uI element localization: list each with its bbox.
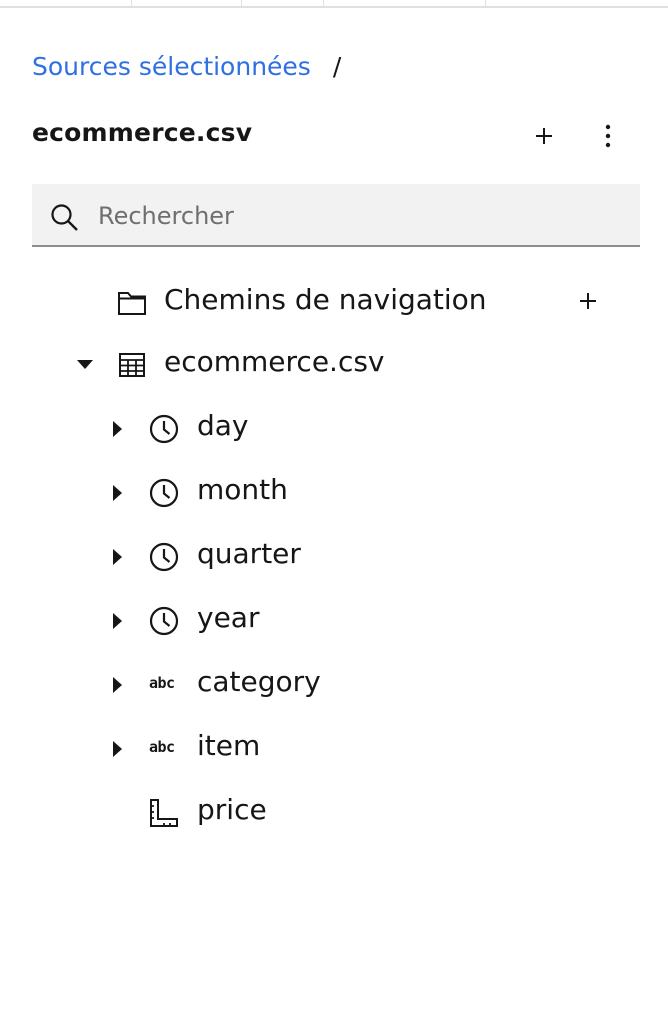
tree-item-field-year[interactable]: year <box>100 599 500 643</box>
clock-icon <box>149 606 179 636</box>
search-input[interactable] <box>96 192 620 240</box>
add-button[interactable] <box>526 118 562 154</box>
page-title: ecommerce.csv <box>32 118 253 147</box>
plus-icon <box>580 293 596 309</box>
tree-item-label: item <box>197 729 261 762</box>
search-icon <box>51 204 78 231</box>
tree-item-navigation-paths[interactable]: Chemins de navigation <box>112 281 612 325</box>
tree-item-table[interactable]: ecommerce.csv <box>70 343 570 387</box>
source-header: ecommerce.csv <box>32 116 640 156</box>
tree-item-label: price <box>197 793 267 826</box>
text-type-icon: abc <box>149 738 175 756</box>
overflow-menu-button[interactable] <box>590 118 626 154</box>
caret-down-icon[interactable] <box>75 355 95 375</box>
tree-item-label: category <box>197 665 321 698</box>
overflow-menu-vertical-icon <box>605 124 611 148</box>
tree-item-label: year <box>197 601 260 634</box>
measure-ruler-icon <box>150 799 178 827</box>
tab-divider <box>485 0 486 6</box>
caret-right-icon[interactable] <box>108 483 128 503</box>
tree-item-label: quarter <box>197 537 301 570</box>
tab-divider <box>131 0 132 6</box>
data-table-icon <box>119 353 145 377</box>
add-navigation-path-button[interactable] <box>570 283 606 319</box>
tree-item-label: month <box>197 473 288 506</box>
tree-item-field-price[interactable]: price <box>100 791 500 835</box>
text-type-icon: abc <box>149 674 175 692</box>
tree-item-field-item[interactable]: abc item <box>100 727 500 771</box>
tree-item-field-day[interactable]: day <box>100 407 500 451</box>
clock-icon <box>149 478 179 508</box>
tree-item-label: ecommerce.csv <box>164 345 385 378</box>
tree-item-field-month[interactable]: month <box>100 471 500 515</box>
tree-item-field-quarter[interactable]: quarter <box>100 535 500 579</box>
breadcrumb: Sources sélectionnées / <box>32 48 341 84</box>
caret-right-icon[interactable] <box>108 675 128 695</box>
breadcrumb-separator: / <box>332 51 342 81</box>
caret-right-icon[interactable] <box>108 611 128 631</box>
tab-divider <box>323 0 324 6</box>
folder-icon <box>118 292 146 315</box>
clock-icon <box>149 542 179 572</box>
tree-item-field-category[interactable]: abc category <box>100 663 500 707</box>
plus-icon <box>536 128 552 144</box>
top-tab-strip <box>0 0 668 8</box>
caret-right-icon[interactable] <box>108 739 128 759</box>
tree-item-label: day <box>197 409 249 442</box>
breadcrumb-link-selected-sources[interactable]: Sources sélectionnées <box>32 52 311 81</box>
tab-divider <box>241 0 242 6</box>
caret-right-icon[interactable] <box>108 547 128 567</box>
clock-icon <box>149 414 179 444</box>
search-box <box>32 184 640 247</box>
caret-right-icon[interactable] <box>108 419 128 439</box>
tree-item-label: Chemins de navigation <box>164 283 487 316</box>
